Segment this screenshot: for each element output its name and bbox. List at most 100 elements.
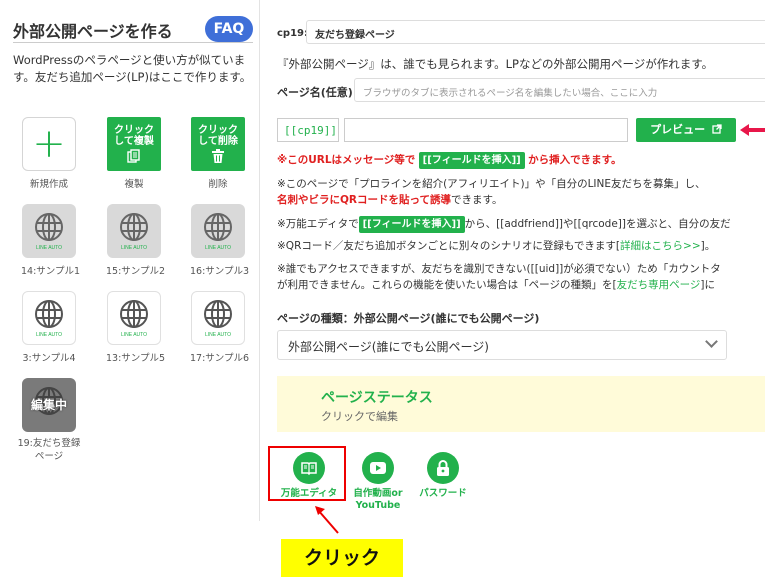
url-input[interactable] [344, 118, 628, 142]
note-scenario-pre: ※QRコード／友だち追加ボタンごとに別々のシナリオに登録もできます[ [277, 240, 621, 252]
page-name-input[interactable]: ブラウザのタブに表示されるページ名を編集したい場合、ここに入力 [354, 78, 765, 102]
new-page-tile[interactable]: + 新規作成 [21, 117, 77, 190]
highlight-box [268, 446, 346, 501]
globe-icon: LINE AUTO [35, 213, 63, 251]
page-thumbnail[interactable]: LINE AUTO [107, 204, 161, 258]
page-kind-label: ページの種類：外部公開ページ(誰にでも公開ページ) [277, 312, 540, 325]
page-status-card[interactable]: ページステータス クリックで編集 [277, 376, 765, 432]
trash-icon [212, 149, 224, 163]
page-tile[interactable]: LINE AUTO 16:サンプル3 [190, 204, 250, 277]
left-arrow-icon [740, 124, 765, 136]
chevron-down-icon [705, 335, 718, 348]
page-kind-select[interactable]: 外部公開ページ(誰にでも公開ページ) [277, 330, 727, 360]
page-tile[interactable]: LINE AUTO 14:サンプル1 [21, 204, 81, 277]
page-thumbnail[interactable]: LINE AUTO [107, 291, 161, 345]
intro-text: 『外部公開ページ』は、誰でも見られます。LPなどの外部公開用ページが作れます。 [277, 57, 714, 71]
page-title-input[interactable]: 友だち登録ページ [306, 20, 765, 44]
page-label: 15:サンプル2 [106, 266, 166, 277]
copy-icon [127, 149, 140, 163]
cp-label: cp19: [277, 28, 309, 39]
insert-field-chip[interactable]: [[フィールドを挿入]] [358, 216, 465, 233]
note-qr-post: できます。 [451, 194, 503, 206]
external-link-icon [712, 124, 722, 134]
editing-badge: 編集中 [30, 398, 67, 412]
page-label: 19:友だち登録ページ [17, 438, 81, 462]
note-insert-post: から挿入できます。 [528, 154, 622, 166]
page-thumbnail[interactable]: 編集中 [22, 378, 76, 432]
note-qr-red: 名刺やビラにQRコードを貼って誘導 [277, 194, 451, 206]
globe-icon: LINE AUTO [120, 300, 148, 338]
click-callout: クリック [281, 539, 403, 577]
page-thumbnail[interactable]: LINE AUTO [191, 204, 245, 258]
page-tile[interactable]: LINE AUTO 3:サンプル4 [21, 291, 77, 364]
details-link[interactable]: 詳細はこちら>> [620, 240, 701, 252]
sidebar-title: 外部公開ページを作る [13, 22, 173, 41]
globe-caption: LINE AUTO [36, 332, 62, 338]
page-tile[interactable]: LINE AUTO 15:サンプル2 [106, 204, 166, 277]
globe-caption: LINE AUTO [205, 332, 231, 338]
note-affiliate: ※このページで「プロラインを紹介(アフィリエイト)」や「自分のLINE友だちを募… [277, 178, 706, 190]
preview-button[interactable]: プレビュー [636, 118, 736, 142]
duplicate-label: 複製 [124, 179, 144, 190]
friend-only-link[interactable]: 友だち専用ページ [617, 279, 701, 291]
sidebar: 外部公開ページを作る FAQ WordPressのペラページと使い方が似ています… [0, 0, 260, 521]
note-editor-post: から、[[addfriend]]や[[qrcode]]を選ぶと、自分の友だ [464, 218, 731, 230]
duplicate-tile[interactable]: クリック して複製 複製 [106, 117, 162, 190]
globe-icon: LINE AUTO [204, 213, 232, 251]
delete-button-text-1: クリック [198, 125, 238, 136]
page-tile-editing[interactable]: 編集中 19:友だち登録ページ [14, 378, 84, 463]
page-label: 3:サンプル4 [22, 353, 76, 364]
url-tag: [[cp19]] [277, 118, 339, 142]
new-page-button[interactable]: + [22, 117, 76, 171]
preview-label: プレビュー [650, 123, 706, 136]
plus-icon: + [32, 121, 66, 167]
page-thumbnail[interactable]: LINE AUTO [22, 291, 76, 345]
video-button[interactable]: 自作動画or YouTube [343, 452, 413, 512]
note-editor: ※万能エディタで [[フィールドを挿入]] から、[[addfriend]]や[[q… [277, 216, 731, 233]
globe-icon: LINE AUTO [120, 213, 148, 251]
page-name-label: ページ名(任意) [277, 86, 353, 99]
note-access-2: が利用できません。これらの機能を使いたい場合は「ページの種類」を[友だち専用ペー… [277, 278, 715, 293]
note-access: ※誰でもアクセスできますが、友だちを識別できない([[uid]]が必須でない）た… [277, 263, 721, 275]
note-scenario-post: ]。 [700, 240, 716, 252]
note-insert: ※このURLはメッセージ等で [[フィールドを挿入]] から挿入できます。 [277, 152, 622, 169]
youtube-icon [362, 452, 394, 484]
note-scenario: ※QRコード／友だち追加ボタンごとに別々のシナリオに登録もできます[詳細はこちら… [277, 239, 715, 254]
delete-label: 削除 [208, 179, 228, 190]
faq-button[interactable]: FAQ [205, 16, 253, 42]
title-divider [13, 42, 253, 43]
note-access-pre: が利用できません。これらの機能を使いたい場合は「ページの種類」を[ [277, 279, 617, 291]
globe-caption: LINE AUTO [36, 245, 62, 251]
globe-caption: LINE AUTO [121, 245, 147, 251]
globe-caption: LINE AUTO [121, 332, 147, 338]
globe-icon: LINE AUTO [35, 300, 63, 338]
page-tile[interactable]: LINE AUTO 17:サンプル6 [190, 291, 250, 364]
delete-button-text-2: して削除 [198, 136, 238, 147]
video-label: 自作動画or YouTube [353, 488, 403, 511]
password-button[interactable]: パスワード [408, 452, 478, 500]
globe-caption: LINE AUTO [205, 245, 231, 251]
main-panel: cp19: 友だち登録ページ 『外部公開ページ』は、誰でも見られます。LPなどの… [262, 0, 765, 521]
note-qr: 名刺やビラにQRコードを貼って誘導できます。 [277, 193, 502, 208]
lock-icon [427, 452, 459, 484]
sidebar-description: WordPressのペラページと使い方が似ています。友だち追加ページ(LP)はこ… [13, 53, 252, 84]
password-label: パスワード [419, 488, 467, 499]
page-label: 16:サンプル3 [190, 266, 250, 277]
globe-icon: LINE AUTO [204, 300, 232, 338]
delete-button[interactable]: クリック して削除 [191, 117, 245, 171]
delete-tile[interactable]: クリック して削除 削除 [190, 117, 246, 190]
status-title: ページステータス [321, 390, 433, 406]
status-subtitle: クリックで編集 [321, 410, 398, 423]
page-label: 14:サンプル1 [21, 266, 81, 277]
page-label: 13:サンプル5 [106, 353, 166, 364]
insert-field-chip[interactable]: [[フィールドを挿入]] [418, 152, 525, 169]
duplicate-button-text-1: クリック [114, 125, 154, 136]
note-access-post: ]に [700, 279, 715, 291]
page-kind-value: 外部公開ページ(誰にでも公開ページ) [288, 340, 489, 354]
page-label: 17:サンプル6 [190, 353, 250, 364]
duplicate-button[interactable]: クリック して複製 [107, 117, 161, 171]
page-thumbnail[interactable]: LINE AUTO [22, 204, 76, 258]
page-thumbnail[interactable]: LINE AUTO [191, 291, 245, 345]
duplicate-button-text-2: して複製 [114, 136, 154, 147]
page-tile[interactable]: LINE AUTO 13:サンプル5 [106, 291, 166, 364]
